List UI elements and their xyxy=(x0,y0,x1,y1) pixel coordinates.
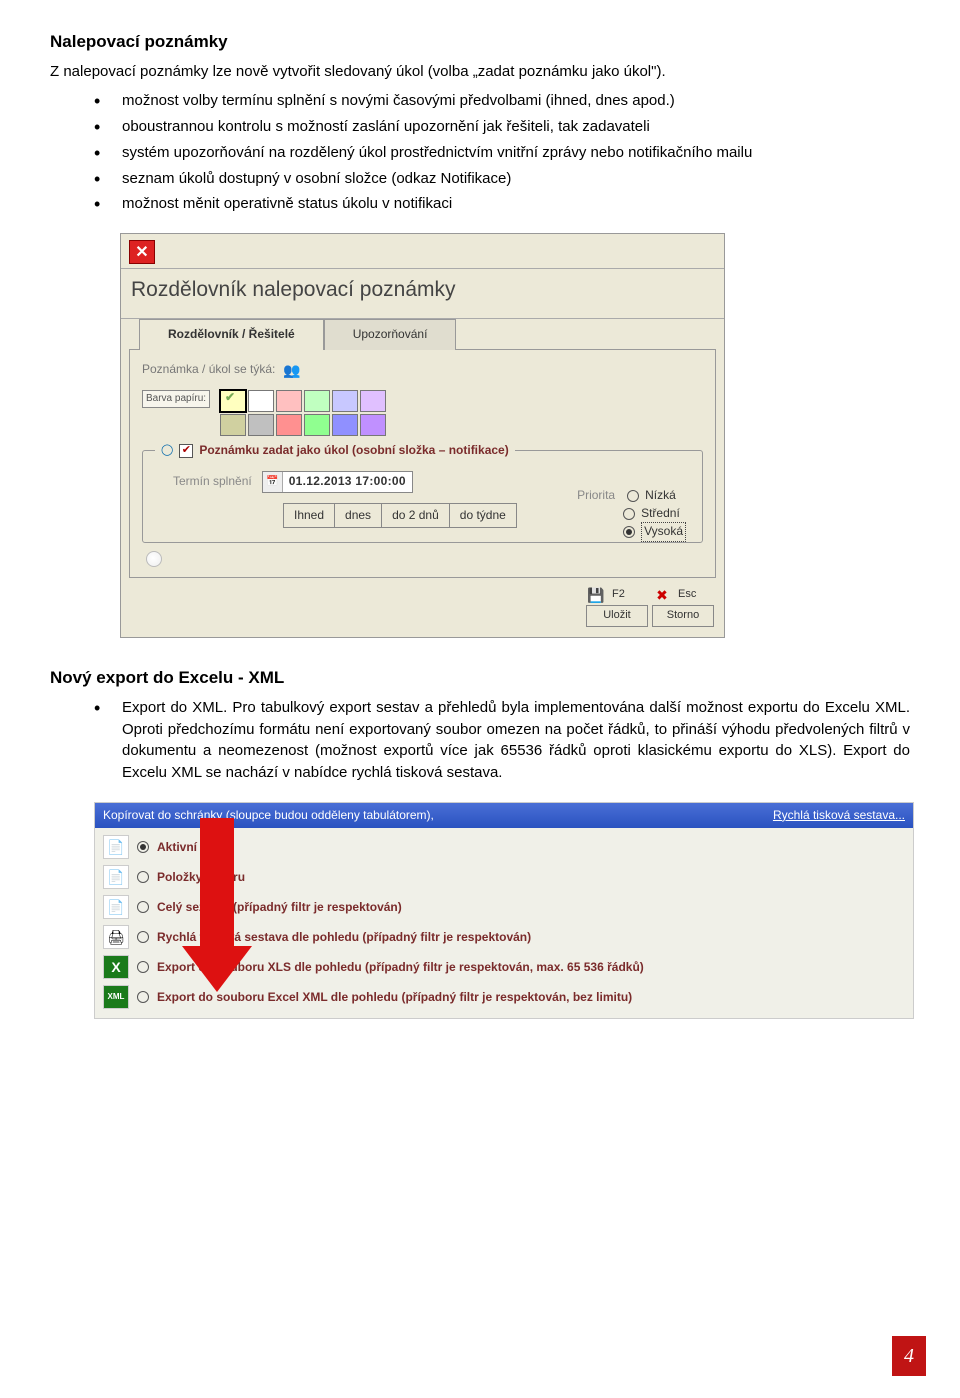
close-icon[interactable]: ✕ xyxy=(129,240,155,264)
list-item: Export do XML. Pro tabulkový export sest… xyxy=(94,697,910,784)
radio-nizka[interactable] xyxy=(627,490,639,502)
globe-icon[interactable] xyxy=(146,551,162,567)
dialog-rozdelovnik: ✕ Rozdělovník nalepovací poznámky Rozděl… xyxy=(120,233,725,638)
note-label: Poznámka / úkol se týká: xyxy=(142,361,275,378)
section1-title: Nalepovací poznámky xyxy=(50,30,910,55)
export-option[interactable]: 📄 Položky výběru xyxy=(99,862,913,892)
color-swatch[interactable] xyxy=(248,390,274,412)
radio[interactable] xyxy=(137,991,149,1003)
color-swatch[interactable] xyxy=(248,414,274,436)
color-swatch[interactable]: ✔ xyxy=(220,390,246,412)
list-item: oboustrannou kontrolu s možností zaslání… xyxy=(94,116,910,138)
radio[interactable] xyxy=(137,961,149,973)
termin-label: Termín splnění xyxy=(173,473,252,490)
color-swatch[interactable] xyxy=(276,390,302,412)
color-palette: ✔ xyxy=(220,390,386,436)
save-button[interactable]: Uložit xyxy=(586,605,648,627)
color-swatch[interactable] xyxy=(332,414,358,436)
barva-label: Barva papíru: xyxy=(142,390,210,409)
excel-icon: X xyxy=(103,955,129,979)
expand-icon[interactable]: ◯ xyxy=(161,443,173,459)
radio[interactable] xyxy=(137,901,149,913)
page-number: 4 xyxy=(892,1336,926,1376)
export-option[interactable]: 📄 Aktivní řádek xyxy=(99,832,913,862)
doc-icon: 📄 xyxy=(103,895,129,919)
export-option[interactable]: 🖨 Rychlá tisková sestava dle pohledu (př… xyxy=(99,922,913,952)
btn-2dnu[interactable]: do 2 dnů xyxy=(382,503,450,528)
people-icon[interactable]: 👥 xyxy=(283,360,300,380)
printer-icon: 🖨 xyxy=(103,925,129,949)
termin-field[interactable]: 📅 01.12.2013 17:00:00 xyxy=(262,471,413,493)
export-option[interactable]: XML Export do souboru Excel XML dle pohl… xyxy=(99,982,913,1012)
radio-stredni[interactable] xyxy=(623,508,635,520)
color-swatch[interactable] xyxy=(360,390,386,412)
excel-xml-icon: XML xyxy=(103,985,129,1009)
list-item: možnost měnit operativně status úkolu v … xyxy=(94,193,910,215)
rychla-sestava-link[interactable]: Rychlá tisková sestava... xyxy=(773,807,905,824)
calendar-icon[interactable]: 📅 xyxy=(263,472,283,492)
titlebar: Kopírovat do schránky (sloupce budou odd… xyxy=(95,803,913,828)
section2-title: Nový export do Excelu - XML xyxy=(50,666,910,691)
color-swatch[interactable] xyxy=(332,390,358,412)
task-checkbox[interactable]: ✔ xyxy=(179,444,193,458)
export-option[interactable]: X Export do souboru XLS dle pohledu (pří… xyxy=(99,952,913,982)
color-swatch[interactable] xyxy=(276,414,302,436)
list-item: seznam úkolů dostupný v osobní složce (o… xyxy=(94,168,910,190)
prio-label: Priorita xyxy=(577,487,615,504)
doc-icon: 📄 xyxy=(103,865,129,889)
radio[interactable] xyxy=(137,841,149,853)
btn-ihned[interactable]: Ihned xyxy=(283,503,335,528)
cancel-icon: ✖ xyxy=(652,586,672,604)
btn-tydne[interactable]: do týdne xyxy=(450,503,517,528)
tab-resitele[interactable]: Rozdělovník / Řešitelé xyxy=(139,319,324,349)
dialog-export-menu: Kopírovat do schránky (sloupce budou odd… xyxy=(94,802,914,1019)
btn-dnes[interactable]: dnes xyxy=(335,503,382,528)
section1-lead: Z nalepovací poznámky lze nově vytvořit … xyxy=(50,61,910,83)
list-item: možnost volby termínu splnění s novými č… xyxy=(94,90,910,112)
color-swatch[interactable] xyxy=(360,414,386,436)
termin-value: 01.12.2013 17:00:00 xyxy=(283,473,412,490)
task-check-label: Poznámku zadat jako úkol (osobní složka … xyxy=(199,442,508,459)
tab-upozornovani[interactable]: Upozorňování xyxy=(324,319,457,349)
storno-button[interactable]: Storno xyxy=(652,605,714,627)
section1-bullets: možnost volby termínu splnění s novými č… xyxy=(50,90,910,215)
color-swatch[interactable] xyxy=(220,414,246,436)
save-icon: 💾 xyxy=(586,586,606,604)
export-option[interactable]: 📄 Celý seznam (případný filtr je respekt… xyxy=(99,892,913,922)
radio-vysoka[interactable] xyxy=(623,526,635,538)
doc-icon: 📄 xyxy=(103,835,129,859)
radio[interactable] xyxy=(137,871,149,883)
color-swatch[interactable] xyxy=(304,414,330,436)
radio[interactable] xyxy=(137,931,149,943)
color-swatch[interactable] xyxy=(304,390,330,412)
list-item: systém upozorňování na rozdělený úkol pr… xyxy=(94,142,910,164)
dialog-heading: Rozdělovník nalepovací poznámky xyxy=(121,269,724,313)
section2-bullets: Export do XML. Pro tabulkový export sest… xyxy=(50,697,910,784)
